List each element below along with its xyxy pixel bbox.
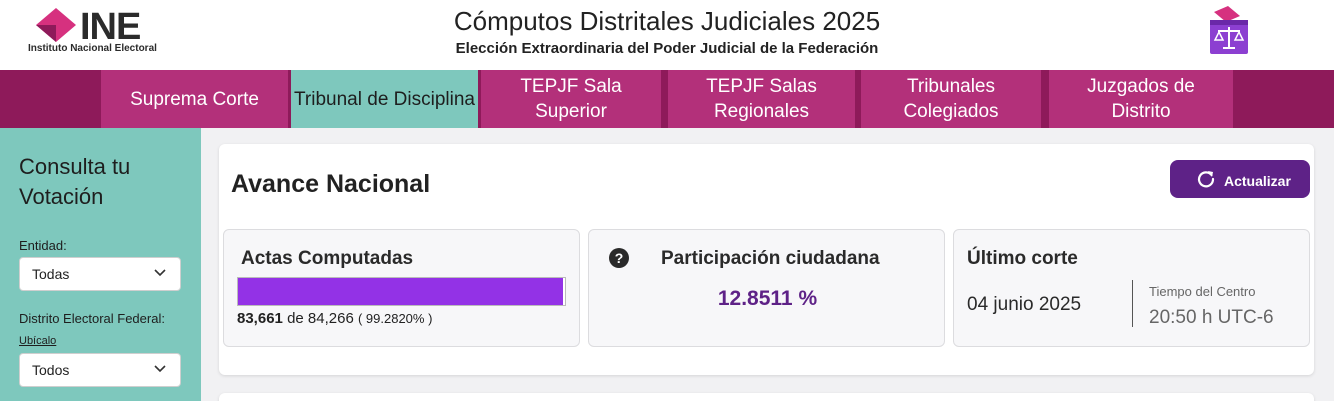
ine-logo[interactable]: INE Instituto Nacional Electoral [28,6,188,58]
actas-progress-bar [237,277,566,306]
actas-summary: 83,661 de 84,266 ( 99.2820% ) [237,310,432,327]
tab-tribunal-disciplina[interactable]: Tribunal de Disciplina [291,70,478,128]
chevron-down-icon [154,269,166,277]
distrito-select[interactable]: Todos [19,353,181,387]
refresh-button[interactable]: Actualizar [1170,160,1310,198]
corte-tz-label: Tiempo del Centro [1149,284,1256,299]
ubicalo-link[interactable]: Ubícalo [19,335,56,347]
question-circle-icon[interactable]: ? [609,248,629,268]
corte-divider [1132,280,1133,327]
avance-nacional-card: Avance Nacional Actualizar Actas Computa… [219,144,1314,375]
ultimo-corte-box: Último corte 04 junio 2025 Tiempo del Ce… [953,229,1310,347]
refresh-icon [1197,171,1215,188]
distrito-select-value: Todos [32,362,70,378]
ballot-box-scales-icon [1210,6,1248,54]
svg-text:?: ? [615,250,624,266]
refresh-label: Actualizar [1224,173,1291,189]
tab-tepjf-salas-regionales[interactable]: TEPJF Salas Regionales [668,70,855,128]
participacion-heading: Participación ciudadana [661,248,880,269]
corte-date: 04 junio 2025 [967,294,1082,315]
entidad-select[interactable]: Todas [19,257,181,291]
corte-time: 20:50 h UTC-6 [1149,307,1274,328]
site-header: INE Instituto Nacional Electoral Cómputo… [0,0,1334,70]
entidad-select-value: Todas [32,266,70,282]
entidad-label: Entidad: [19,238,67,253]
logo-subtitle: Instituto Nacional Electoral [28,43,157,54]
sidebar-title: Consulta tu Votación [19,154,131,209]
actas-computadas: 83,661 [237,310,283,327]
next-card [219,393,1314,401]
page-title: Cómputos Distritales Judiciales 2025 [453,6,881,36]
distrito-label: Distrito Electoral Federal: [19,311,165,326]
corte-heading: Último corte [967,248,1078,269]
actas-box: Actas Computadas 83,661 de 84,266 ( 99.2… [223,229,580,347]
header-titles: Cómputos Distritales Judiciales 2025 Ele… [367,6,967,57]
chevron-down-icon [154,365,166,373]
actas-heading: Actas Computadas [241,248,414,269]
tab-juzgados-distrito[interactable]: Juzgados de Distrito [1049,70,1233,128]
election-nav: Suprema Corte Tribunal de Disciplina TEP… [0,70,1334,128]
ine-diamond-icon [36,8,76,42]
participacion-value: 12.8511 % [717,287,818,310]
tab-tepjf-sala-superior[interactable]: TEPJF Sala Superior [481,70,661,128]
actas-percent: ( 99.2820% ) [357,311,433,326]
participacion-box: ? Participación ciudadana 12.8511 % [588,229,945,347]
page-subtitle: Elección Extraordinaria del Poder Judici… [455,40,879,57]
tab-tribunales-colegiados[interactable]: Tribunales Colegiados [861,70,1041,128]
sidebar: Consulta tu Votación Entidad: Todas Dist… [0,128,201,401]
actas-de: de [287,310,304,327]
tab-suprema-corte[interactable]: Suprema Corte [101,70,288,128]
actas-progress-fill [238,278,563,305]
avance-title: Avance Nacional [231,170,431,198]
actas-total: 84,266 [307,310,354,327]
